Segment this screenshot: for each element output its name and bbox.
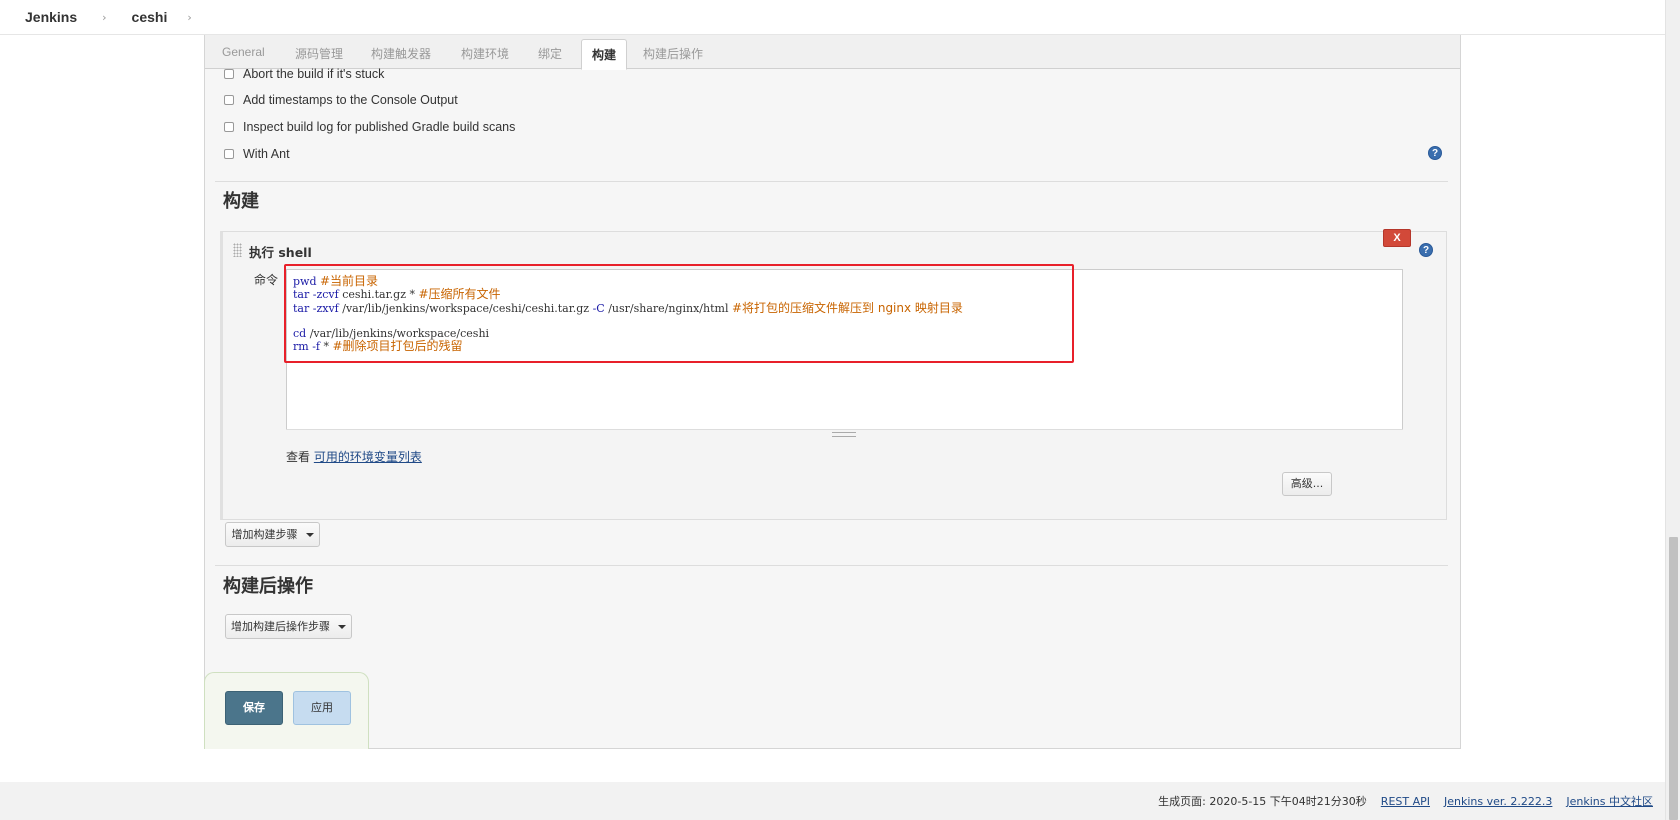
- caret-down-icon: [305, 533, 314, 537]
- checkbox[interactable]: [224, 69, 234, 79]
- footer: 生成页面: 2020-5-15 下午04时21分30秒 REST API Jen…: [0, 782, 1665, 820]
- checkbox[interactable]: [224, 122, 234, 132]
- drag-handle-icon[interactable]: [233, 243, 242, 257]
- tab-scm[interactable]: 源码管理: [295, 45, 343, 62]
- breadcrumb-chevron-icon: ›: [102, 10, 107, 24]
- checkbox[interactable]: [224, 149, 234, 159]
- command-textarea[interactable]: pwd #当前目录 tar -zcvf ceshi.tar.gz * #压缩所有文…: [286, 269, 1403, 437]
- breadcrumb-chevron-icon[interactable]: ›: [187, 11, 191, 24]
- command-flag: -zxvf: [309, 301, 339, 315]
- divider: [215, 181, 1448, 182]
- breadcrumb-jenkins[interactable]: Jenkins: [25, 9, 77, 25]
- generated-timestamp: 生成页面: 2020-5-15 下午04时21分30秒: [1158, 795, 1367, 808]
- command-keyword: rm: [293, 340, 309, 354]
- command-comment: #当前目录: [320, 274, 379, 288]
- option-label: Add timestamps to the Console Output: [243, 93, 458, 107]
- tab-build[interactable]: 构建: [581, 39, 628, 70]
- apply-button[interactable]: 应用: [293, 691, 351, 725]
- command-keyword: cd: [293, 326, 307, 340]
- rest-api-link[interactable]: REST API: [1381, 795, 1430, 808]
- command-flag: -f: [308, 340, 320, 354]
- command-line: rm -f * #删除项目打包后的残留: [293, 340, 1396, 353]
- command-keyword: pwd: [293, 275, 317, 288]
- option-label: Inspect build log for published Gradle b…: [243, 120, 516, 134]
- save-bar: 保存 应用: [204, 672, 369, 749]
- command-line: tar -zxvf /var/lib/jenkins/workspace/ces…: [293, 302, 1396, 315]
- tab-general[interactable]: General: [222, 45, 265, 59]
- help-icon[interactable]: ?: [1428, 146, 1442, 160]
- config-tabbar: General 源码管理 构建触发器 构建环境 绑定 构建 构建后操作: [205, 35, 1460, 70]
- step-title: 执行 shell: [249, 245, 312, 260]
- post-build-section-title: 构建后操作: [223, 576, 313, 597]
- divider: [215, 565, 1448, 566]
- scrollbar-thumb[interactable]: [1669, 537, 1678, 820]
- config-panel: General 源码管理 构建触发器 构建环境 绑定 构建 构建后操作 Abor…: [204, 35, 1461, 749]
- option-label: Abort the build if it's stuck: [243, 67, 385, 81]
- textarea-resize-handle[interactable]: [286, 429, 1403, 437]
- breadcrumb-bar: Jenkins › ceshi ›: [0, 0, 1680, 35]
- command-comment: #将打包的压缩文件解压到 nginx 映射目录: [731, 300, 963, 315]
- env-prefix: 查看: [286, 450, 311, 464]
- add-build-step-button[interactable]: 增加构建步骤: [225, 522, 320, 547]
- breadcrumb-job[interactable]: ceshi: [132, 9, 168, 25]
- shell-step: 执行 shell X ? 命令 pwd #当前目录 tar -zcvf ceshi…: [220, 229, 1447, 520]
- command-label: 命令: [254, 273, 279, 287]
- command-line: tar -zcvf ceshi.tar.gz * #压缩所有文件: [293, 288, 1396, 301]
- command-keyword: tar: [293, 288, 310, 302]
- tab-bindings[interactable]: 绑定: [538, 45, 562, 62]
- build-section-title: 构建: [223, 191, 259, 212]
- option-label: With Ant: [243, 147, 290, 161]
- command-args: /var/lib/jenkins/workspace/ceshi: [306, 326, 490, 340]
- caret-down-icon: [338, 625, 346, 629]
- option-gradle-scans: Inspect build log for published Gradle b…: [224, 120, 515, 134]
- community-link[interactable]: Jenkins 中文社区: [1566, 793, 1653, 809]
- command-args: /var/lib/jenkins/workspace/ceshi/ceshi.t…: [338, 301, 593, 315]
- advanced-button[interactable]: 高级...: [1282, 472, 1332, 496]
- option-timestamps: Add timestamps to the Console Output: [224, 93, 458, 107]
- command-args: *: [320, 340, 333, 354]
- command-flag: -zcvf: [309, 288, 339, 302]
- jenkins-version-link[interactable]: Jenkins ver. 2.222.3: [1444, 795, 1552, 808]
- env-vars-link[interactable]: 可用的环境变量列表: [314, 450, 422, 464]
- save-button[interactable]: 保存: [225, 691, 283, 725]
- help-icon[interactable]: ?: [1419, 243, 1433, 257]
- delete-step-button[interactable]: X: [1383, 229, 1411, 247]
- command-args: /usr/share/nginx/html: [604, 301, 732, 315]
- add-build-step-label: 增加构建步骤: [231, 528, 298, 541]
- command-comment: #删除项目打包后的残留: [332, 339, 463, 354]
- command-flag: -C: [592, 301, 605, 315]
- command-comment: #压缩所有文件: [418, 287, 501, 302]
- command-keyword: tar: [293, 301, 310, 315]
- option-with-ant: With Ant: [224, 147, 290, 161]
- tab-post-build[interactable]: 构建后操作: [643, 45, 703, 62]
- tab-triggers[interactable]: 构建触发器: [371, 45, 431, 62]
- command-args: ceshi.tar.gz *: [338, 288, 419, 302]
- env-vars-line: 查看 可用的环境变量列表: [286, 448, 422, 465]
- checkbox[interactable]: [224, 95, 234, 105]
- tab-build-env[interactable]: 构建环境: [461, 45, 509, 62]
- scrollbar[interactable]: [1665, 0, 1680, 820]
- add-post-build-step-label: 增加构建后操作步骤: [231, 620, 330, 633]
- add-post-build-step-button[interactable]: 增加构建后操作步骤: [225, 614, 352, 639]
- option-abort-stuck: Abort the build if it's stuck: [224, 67, 384, 81]
